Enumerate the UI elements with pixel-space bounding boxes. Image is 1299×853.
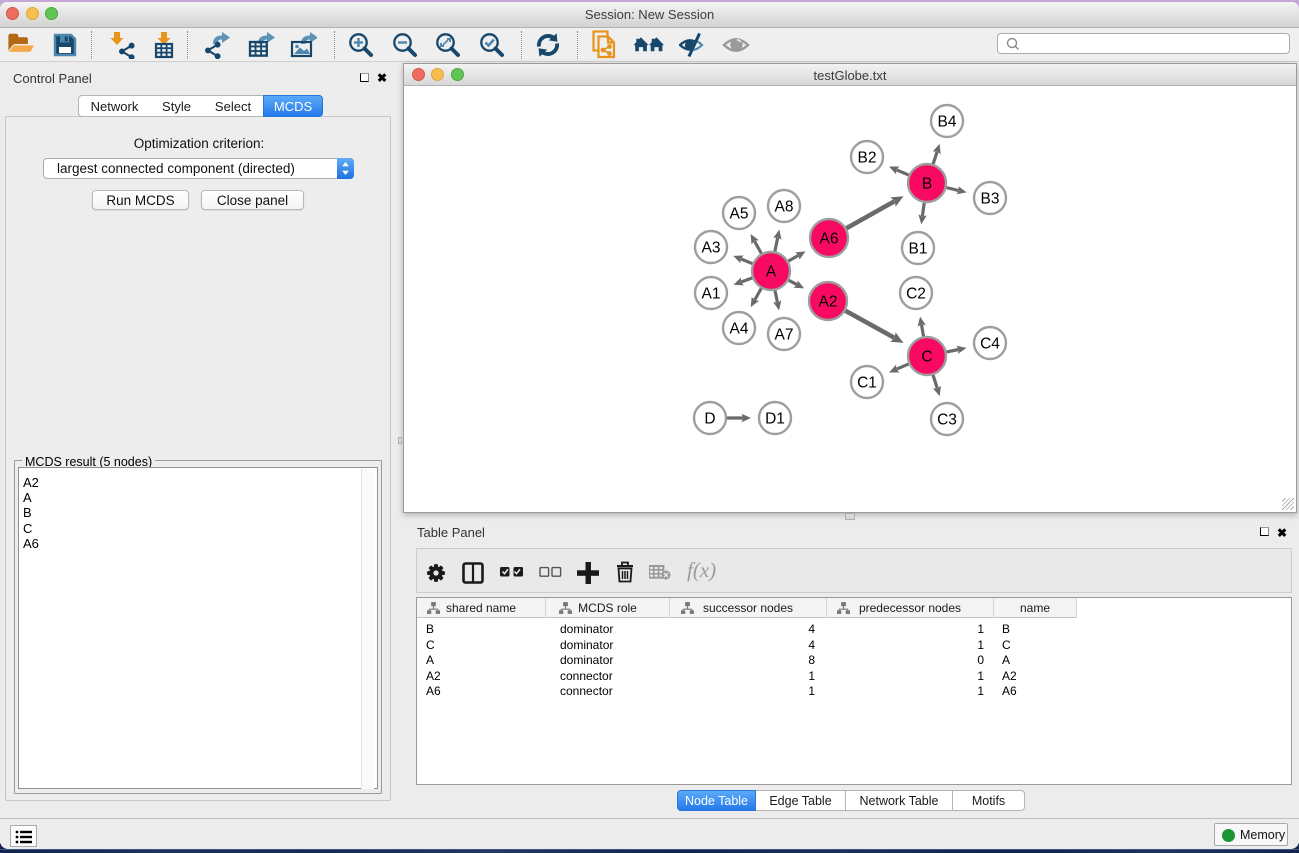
svg-text:B4: B4 [938,114,957,131]
svg-text:B: B [922,176,932,193]
svg-text:A3: A3 [702,240,721,257]
svg-text:D: D [704,411,715,428]
svg-text:A8: A8 [775,199,794,216]
svg-text:C: C [921,349,932,366]
svg-text:A1: A1 [702,286,721,303]
svg-text:D1: D1 [765,411,785,428]
svg-text:B1: B1 [909,241,928,258]
svg-text:C4: C4 [980,336,1000,353]
svg-text:C2: C2 [906,286,926,303]
svg-text:C3: C3 [937,412,957,429]
svg-text:B3: B3 [981,191,1000,208]
svg-text:A5: A5 [730,206,749,223]
svg-text:A4: A4 [730,321,749,338]
svg-text:B2: B2 [858,150,877,167]
svg-text:A: A [766,264,777,281]
svg-text:A7: A7 [775,327,794,344]
svg-text:A6: A6 [820,231,839,248]
svg-text:C1: C1 [857,375,877,392]
svg-text:A2: A2 [819,294,838,311]
